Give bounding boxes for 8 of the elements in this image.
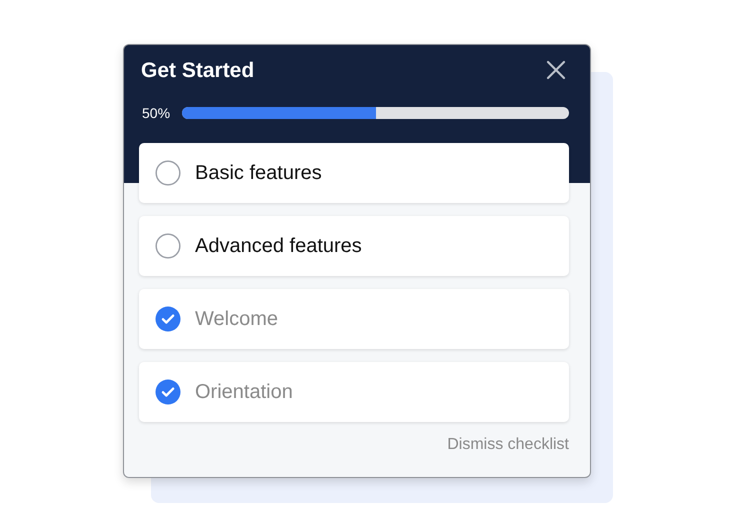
dismiss-link[interactable]: Dismiss checklist bbox=[447, 436, 569, 454]
close-icon[interactable] bbox=[546, 60, 566, 80]
progress-percent: 50% bbox=[142, 105, 170, 121]
checklist-item[interactable]: Basic features bbox=[139, 143, 569, 203]
checklist-item[interactable]: Orientation bbox=[139, 362, 569, 422]
checklist-item[interactable]: Welcome bbox=[139, 289, 569, 349]
checklist-title: Get Started bbox=[141, 58, 254, 83]
checklist-item[interactable]: Advanced features bbox=[139, 216, 569, 276]
